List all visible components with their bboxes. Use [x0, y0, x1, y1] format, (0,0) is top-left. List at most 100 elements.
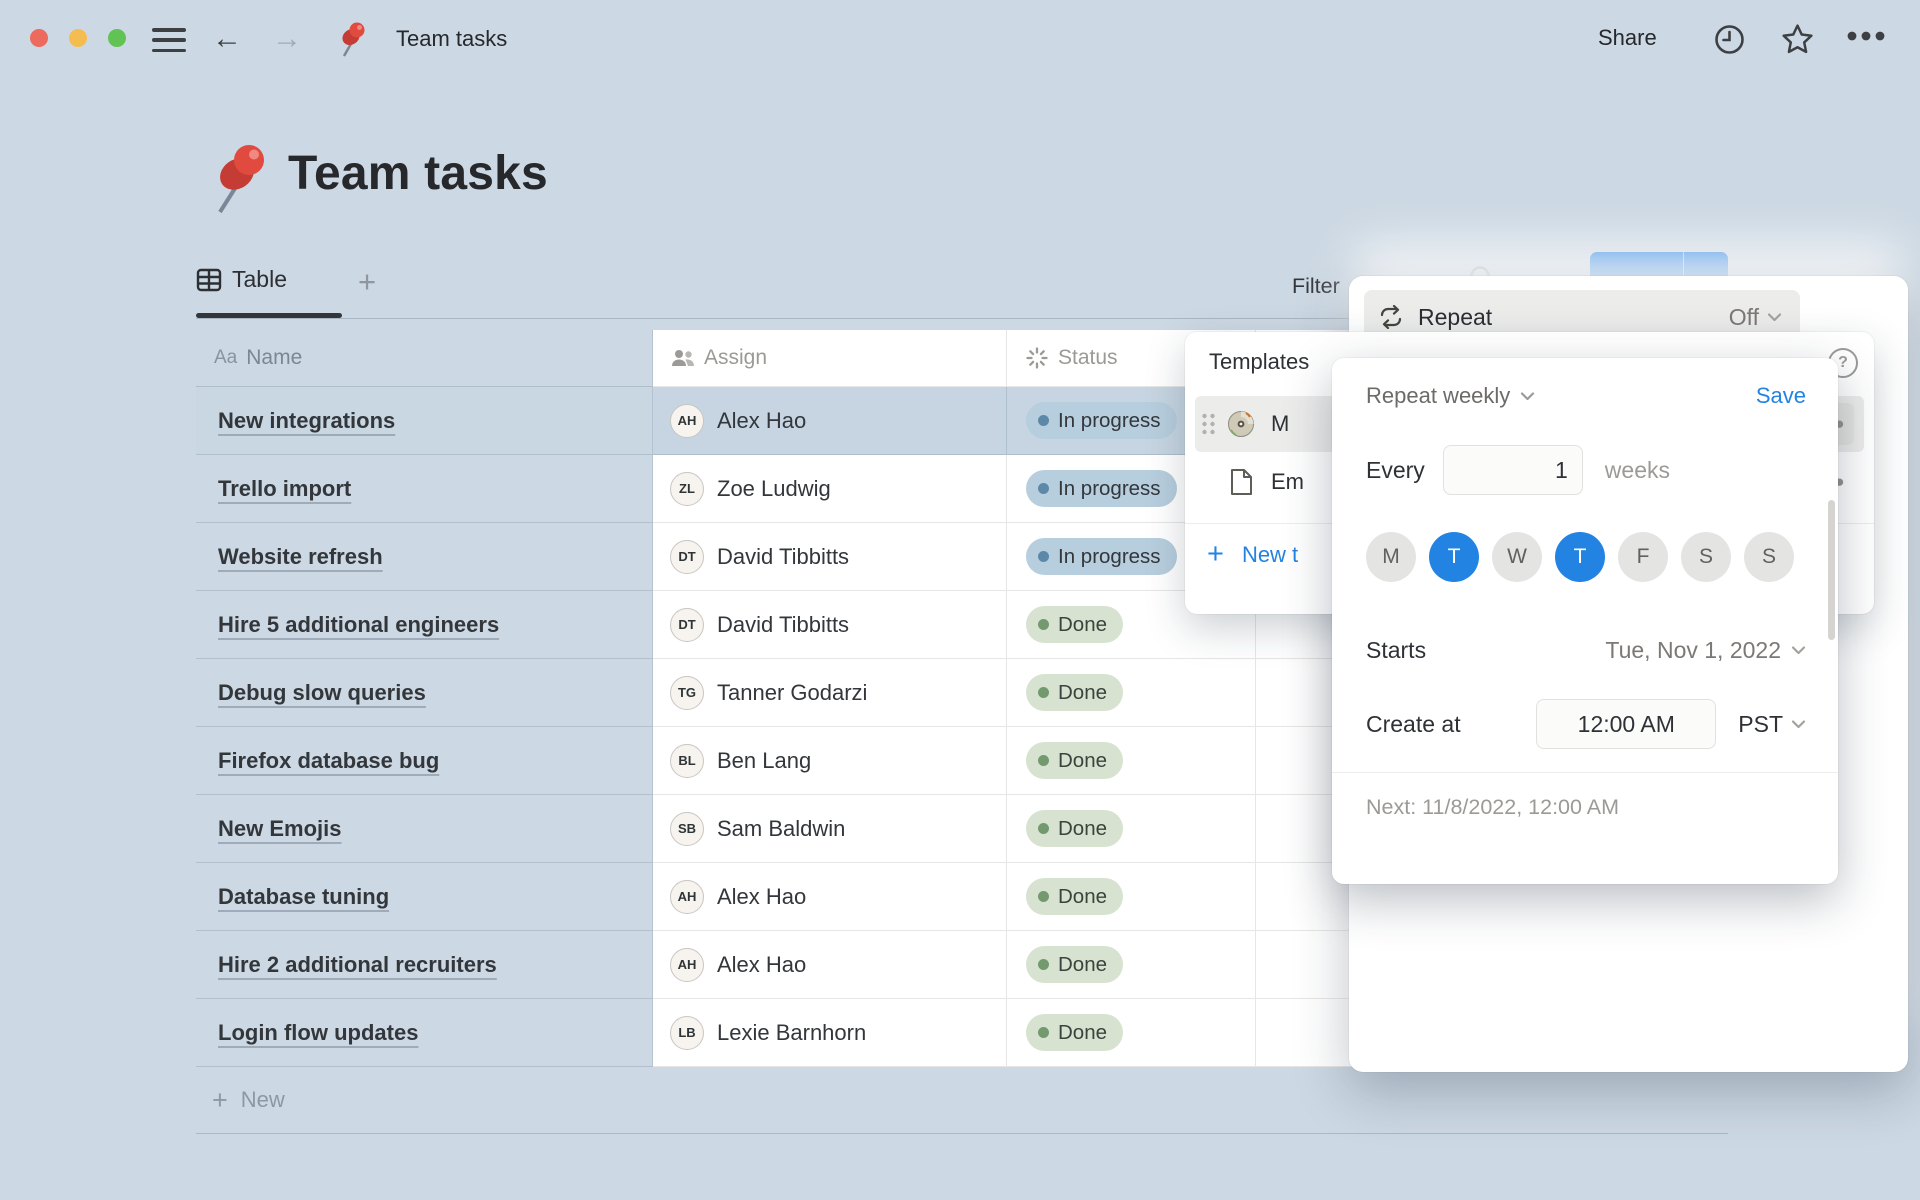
status-badge[interactable]: Done	[1026, 946, 1123, 983]
status-dot	[1038, 755, 1049, 766]
new-template-button[interactable]: + New t	[1207, 538, 1298, 571]
every-label: Every	[1366, 457, 1425, 484]
page-emoji-pin-icon[interactable]	[206, 140, 278, 216]
timezone-dropdown[interactable]: PST	[1738, 711, 1806, 738]
avatar: AH	[670, 948, 704, 982]
status-dot	[1038, 483, 1049, 494]
status-dot	[1038, 551, 1049, 562]
weekday-toggle[interactable]: T	[1555, 532, 1605, 582]
interval-input[interactable]: 1	[1443, 445, 1583, 495]
back-arrow-icon[interactable]: ←	[212, 18, 242, 60]
status-burst-icon	[1025, 346, 1049, 370]
weekday-toggle[interactable]: M	[1366, 532, 1416, 582]
column-header-assign[interactable]: Assign	[653, 330, 1007, 387]
avatar: BL	[670, 744, 704, 778]
app-window: ← → Team tasks Share Tea	[0, 0, 1920, 1200]
drag-handle-icon[interactable]	[1201, 413, 1217, 435]
weekday-toggle[interactable]: S	[1681, 532, 1731, 582]
status-badge[interactable]: Done	[1026, 606, 1123, 643]
task-name[interactable]: Website refresh	[218, 544, 383, 570]
status-badge[interactable]: In progress	[1026, 470, 1177, 507]
task-name[interactable]: Trello import	[218, 476, 351, 502]
pin-icon	[336, 20, 370, 58]
avatar: DT	[670, 608, 704, 642]
status-badge[interactable]: Done	[1026, 1014, 1123, 1051]
template-name: M	[1271, 411, 1289, 437]
avatar: LB	[670, 1016, 704, 1050]
tab-table[interactable]: Table	[196, 266, 287, 293]
page-title[interactable]: Team tasks	[288, 146, 548, 201]
task-name[interactable]: Debug slow queries	[218, 680, 426, 706]
people-icon	[671, 348, 695, 368]
add-view-button[interactable]: +	[358, 264, 376, 300]
status-dot	[1038, 619, 1049, 630]
column-header-name[interactable]: Aa Name	[196, 330, 653, 387]
scrollbar-thumb[interactable]	[1828, 500, 1835, 640]
table-view-icon	[196, 267, 222, 293]
assignee-name: Alex Hao	[717, 408, 806, 434]
avatar: AH	[670, 404, 704, 438]
assignee-name: David Tibbitts	[717, 612, 849, 638]
minimize-window-button[interactable]	[69, 29, 87, 47]
divider	[1332, 772, 1838, 773]
status-badge[interactable]: In progress	[1026, 402, 1177, 439]
avatar: ZL	[670, 472, 704, 506]
task-name[interactable]: New Emojis	[218, 816, 341, 842]
status-badge[interactable]: Done	[1026, 742, 1123, 779]
assignee-name: David Tibbitts	[717, 544, 849, 570]
status-badge[interactable]: Done	[1026, 810, 1123, 847]
tab-table-label: Table	[232, 266, 287, 293]
assignee-name: Zoe Ludwig	[717, 476, 831, 502]
assignee-name: Sam Baldwin	[717, 816, 845, 842]
task-name[interactable]: Database tuning	[218, 884, 389, 910]
task-name[interactable]: Login flow updates	[218, 1020, 418, 1046]
menu-icon[interactable]	[152, 28, 186, 52]
task-name[interactable]: Hire 2 additional recruiters	[218, 952, 497, 978]
weekday-toggle[interactable]: W	[1492, 532, 1542, 582]
disc-icon	[1227, 410, 1255, 438]
status-dot	[1038, 687, 1049, 698]
add-row-button[interactable]: + New	[196, 1067, 1728, 1134]
status-badge[interactable]: Done	[1026, 674, 1123, 711]
clock-icon[interactable]	[1714, 24, 1745, 55]
status-badge[interactable]: Done	[1026, 878, 1123, 915]
ellipsis-icon[interactable]	[1846, 30, 1886, 42]
frequency-dropdown[interactable]: Repeat weekly	[1366, 383, 1535, 409]
status-badge[interactable]: In progress	[1026, 538, 1177, 575]
status-dot	[1038, 823, 1049, 834]
forward-arrow-icon: →	[272, 18, 302, 60]
page-icon	[1227, 468, 1255, 496]
starts-label: Starts	[1366, 637, 1426, 664]
assignee-name: Alex Hao	[717, 952, 806, 978]
close-window-button[interactable]	[30, 29, 48, 47]
star-icon[interactable]	[1780, 22, 1815, 57]
create-time-input[interactable]: 12:00 AM	[1536, 699, 1716, 749]
avatar: AH	[670, 880, 704, 914]
assignee-name: Alex Hao	[717, 884, 806, 910]
task-name[interactable]: Firefox database bug	[218, 748, 439, 774]
text-Aa-icon: Aa	[214, 347, 237, 369]
zoom-window-button[interactable]	[108, 29, 126, 47]
interval-unit-label: weeks	[1605, 457, 1670, 484]
plus-icon: +	[212, 1090, 228, 1110]
weekday-toggle[interactable]: T	[1429, 532, 1479, 582]
share-button[interactable]: Share	[1598, 25, 1657, 51]
task-name[interactable]: New integrations	[218, 408, 395, 434]
templates-title: Templates	[1209, 349, 1309, 375]
repeat-property-label: Repeat	[1418, 304, 1715, 331]
weekday-picker: M T W T F S S	[1366, 532, 1806, 582]
status-dot	[1038, 959, 1049, 970]
weekday-toggle[interactable]: F	[1618, 532, 1668, 582]
repeat-cycle-icon	[1378, 305, 1404, 329]
start-date-dropdown[interactable]: Tue, Nov 1, 2022	[1605, 637, 1806, 664]
weekday-toggle[interactable]: S	[1744, 532, 1794, 582]
repeat-settings-popup: Repeat weekly Save Every 1 weeks M T W T…	[1332, 358, 1838, 884]
repeat-property-value[interactable]: Off	[1729, 304, 1782, 331]
window-title: Team tasks	[396, 26, 507, 52]
avatar: TG	[670, 676, 704, 710]
filter-button[interactable]: Filter	[1292, 274, 1340, 299]
task-name[interactable]: Hire 5 additional engineers	[218, 612, 499, 638]
status-dot	[1038, 415, 1049, 426]
save-button[interactable]: Save	[1756, 383, 1806, 409]
status-dot	[1038, 891, 1049, 902]
